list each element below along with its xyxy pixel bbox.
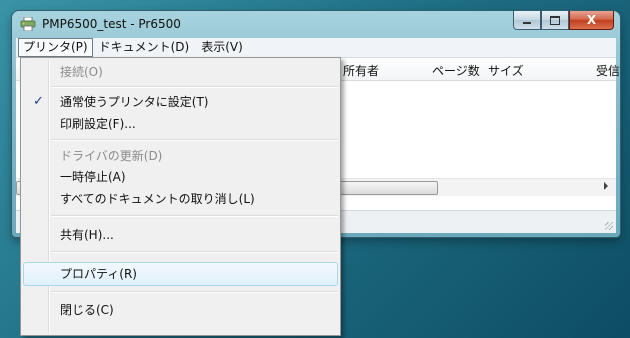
menu-item-pause[interactable]: 一時停止(A): [23, 166, 338, 188]
menu-item-update-driver[interactable]: ドライバの更新(D): [23, 145, 338, 167]
menu-item-cancel-all[interactable]: すべてのドキュメントの取り消し(L): [23, 188, 338, 210]
printer-icon: [20, 17, 36, 31]
menu-item-label: 通常使うプリンタに設定(T): [60, 95, 209, 109]
menu-separator: [51, 86, 338, 88]
printer-menu-dropdown: 接続(O) ✓ 通常使うプリンタに設定(T) 印刷設定(F)... ドライバの更…: [20, 57, 341, 336]
minimize-icon: [523, 22, 531, 24]
menu-item-label: プロパティ(R): [60, 267, 137, 281]
title-bar[interactable]: PMP6500_test - Pr6500 X: [12, 11, 620, 37]
menu-separator: [51, 291, 338, 293]
menu-item-label: 印刷設定(F)...: [60, 117, 136, 131]
menu-separator: [51, 139, 338, 141]
menu-item-label: 閉じる(C): [60, 303, 114, 317]
column-owner[interactable]: 所有者: [343, 62, 379, 79]
menu-printer[interactable]: プリンタ(P): [18, 38, 93, 57]
column-pages[interactable]: ページ数: [432, 62, 480, 79]
menu-item-label: 共有(H)...: [60, 228, 114, 242]
minimize-button[interactable]: [513, 11, 541, 30]
menu-item-close[interactable]: 閉じる(C): [23, 299, 338, 321]
close-button[interactable]: X: [569, 11, 614, 30]
check-icon: ✓: [33, 94, 44, 109]
maximize-button[interactable]: [541, 11, 569, 30]
menu-separator: [51, 215, 338, 217]
menu-item-label: ドライバの更新(D): [60, 149, 163, 163]
window-title: PMP6500_test - Pr6500: [42, 17, 181, 31]
close-icon: X: [586, 13, 597, 27]
menu-item-sharing[interactable]: 共有(H)...: [23, 224, 338, 246]
menu-document[interactable]: ドキュメント(D): [93, 39, 196, 56]
scroll-right-arrow-icon[interactable]: [604, 182, 608, 190]
column-size[interactable]: サイズ: [488, 62, 524, 79]
menu-bar: プリンタ(P) ドキュメント(D) 表示(V): [16, 38, 616, 58]
resize-grip-icon[interactable]: [605, 222, 613, 230]
menu-item-properties[interactable]: プロパティ(R): [23, 262, 338, 286]
column-received[interactable]: 受信: [596, 62, 620, 79]
menu-item-label: 接続(O): [60, 65, 103, 79]
menu-item-connect[interactable]: 接続(O): [23, 61, 338, 83]
menu-item-print-settings[interactable]: 印刷設定(F)...: [23, 113, 338, 135]
menu-item-set-default[interactable]: ✓ 通常使うプリンタに設定(T): [23, 91, 338, 113]
maximize-icon: [550, 15, 560, 25]
menu-view[interactable]: 表示(V): [195, 39, 249, 56]
menu-item-label: すべてのドキュメントの取り消し(L): [60, 192, 255, 206]
menu-item-label: 一時停止(A): [60, 170, 126, 184]
menu-separator: [51, 251, 338, 253]
